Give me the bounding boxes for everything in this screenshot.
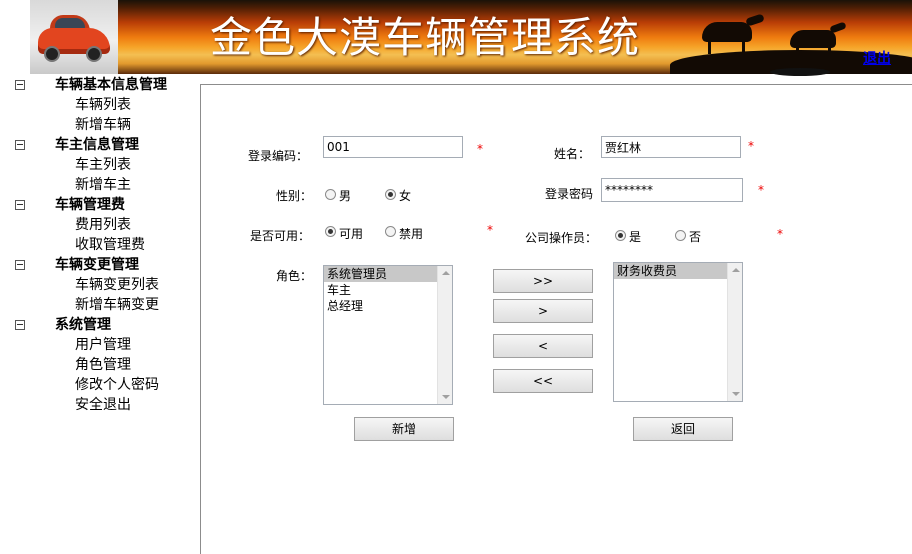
sidebar-item-fee-list[interactable]: 费用列表 [75,214,131,234]
operator-no-label: 否 [689,230,702,244]
available-role-option[interactable]: 车主 [324,282,452,298]
app-title: 金色大漠车辆管理系统 [210,13,641,62]
sidebar-item-change-list[interactable]: 车辆变更列表 [75,274,159,294]
operator-label: 公司操作员： [525,231,598,245]
collapse-toggle-icon[interactable] [15,200,25,210]
car-wheel [86,46,102,62]
operator-no-radio[interactable] [675,230,686,241]
banner-shadow [770,68,830,76]
sidebar-item-owner-list[interactable]: 车主列表 [75,154,131,174]
camel-neck-silhouette [745,13,765,27]
password-input[interactable] [601,178,743,202]
sidebar-group-system[interactable]: 系统管理 [55,314,111,334]
car-window [55,18,85,28]
move-left-button[interactable]: < [493,334,593,358]
required-mark: * [758,183,764,197]
listbox-scrollbar[interactable] [727,263,742,401]
move-all-left-button[interactable]: << [493,369,593,393]
required-mark: * [748,139,754,153]
operator-yes-radio[interactable] [615,230,626,241]
camel-leg [742,40,745,54]
sidebar-item-change-password[interactable]: 修改个人密码 [75,374,159,394]
required-mark: * [477,142,483,156]
gender-male-label: 男 [339,189,352,203]
gender-female-label: 女 [399,189,412,203]
sidebar-group-vehicle-change[interactable]: 车辆变更管理 [55,254,139,274]
collapse-toggle-icon[interactable] [15,320,25,330]
gender-male-radio[interactable] [325,189,336,200]
user-edit-form: 登录编码： * 姓名： * 性别： 男 女 登录密码 * 是否可用： 可用 禁用… [200,84,912,554]
available-role-option[interactable]: 总经理 [324,298,452,314]
operator-yes-label: 是 [629,230,642,244]
sidebar-item-role-management[interactable]: 角色管理 [75,354,131,374]
enabled-yes-radio[interactable] [325,226,336,237]
camel-silhouette [702,22,752,42]
available-role-option[interactable]: 系统管理员 [324,266,452,282]
name-label: 姓名： [554,147,591,161]
sidebar-nav: 车辆基本信息管理 车辆列表 新增车辆 车主信息管理 车主列表 新增车主 车辆管理… [0,74,200,554]
sidebar-item-user-management[interactable]: 用户管理 [75,334,131,354]
enabled-no-radio[interactable] [385,226,396,237]
camel-leg [796,46,799,60]
collapse-toggle-icon[interactable] [15,260,25,270]
move-right-button[interactable]: > [493,299,593,323]
sidebar-item-safe-exit[interactable]: 安全退出 [75,394,131,414]
car-logo-image [30,0,118,74]
back-button[interactable]: 返回 [633,417,733,441]
sidebar-group-owner-info[interactable]: 车主信息管理 [55,134,139,154]
scroll-down-arrow-icon[interactable] [442,395,450,399]
listbox-scrollbar[interactable] [437,266,452,404]
collapse-toggle-icon[interactable] [15,140,25,150]
required-mark: * [777,227,783,241]
logout-link[interactable]: 退出 [863,48,891,68]
gender-label: 性别： [276,189,313,203]
password-label: 登录密码 [545,187,594,201]
car-wheel [44,46,60,62]
assigned-role-option[interactable]: 财务收费员 [614,263,742,279]
role-label: 角色： [276,269,313,283]
sidebar-item-add-change[interactable]: 新增车辆变更 [75,294,159,314]
header-banner: 金色大漠车辆管理系统 [30,0,912,74]
camel-neck-silhouette [829,21,847,34]
gender-female-radio[interactable] [385,189,396,200]
login-code-label: 登录编码： [248,149,309,163]
enabled-label: 是否可用： [250,229,311,243]
sidebar-item-add-owner[interactable]: 新增车主 [75,174,131,194]
sidebar-group-vehicle-info[interactable]: 车辆基本信息管理 [55,74,167,94]
move-all-right-button[interactable]: >> [493,269,593,293]
enabled-yes-label: 可用 [339,227,364,241]
sidebar-item-collect-fee[interactable]: 收取管理费 [75,234,145,254]
assigned-roles-listbox[interactable]: 财务收费员 [613,262,743,402]
sidebar-item-vehicle-list[interactable]: 车辆列表 [75,94,131,114]
login-code-input[interactable] [323,136,463,158]
scroll-down-arrow-icon[interactable] [732,392,740,396]
available-roles-listbox[interactable]: 系统管理员 车主 总经理 [323,265,453,405]
scroll-up-arrow-icon[interactable] [732,268,740,272]
enabled-no-label: 禁用 [399,227,424,241]
name-input[interactable] [601,136,741,158]
collapse-toggle-icon[interactable] [15,80,25,90]
required-mark: * [487,223,493,237]
scroll-up-arrow-icon[interactable] [442,271,450,275]
sidebar-item-add-vehicle[interactable]: 新增车辆 [75,114,131,134]
add-button[interactable]: 新增 [354,417,454,441]
camel-leg [708,40,711,54]
sidebar-group-management-fee[interactable]: 车辆管理费 [55,194,125,214]
camel-leg [828,46,831,60]
